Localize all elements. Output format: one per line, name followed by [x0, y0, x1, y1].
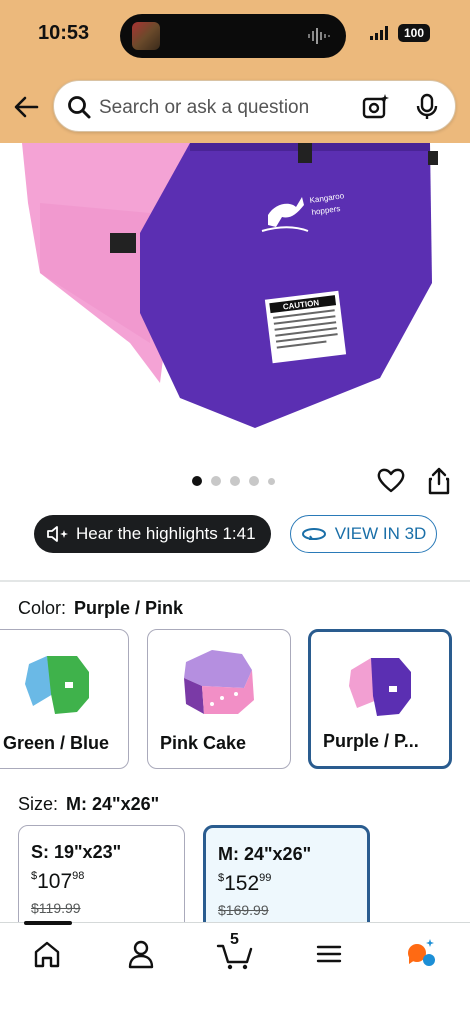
speaker-sparkle-icon: [47, 526, 68, 542]
color-option-label: Pink Cake: [160, 733, 247, 753]
image-carousel-dots[interactable]: [192, 476, 275, 486]
color-option-label: Purple / P...: [323, 731, 419, 751]
search-placeholder: Search or ask a question: [99, 97, 310, 118]
price-whole: 107: [37, 870, 73, 893]
rufus-assistant-icon[interactable]: [403, 937, 443, 971]
price-cents: 98: [72, 870, 85, 882]
size-option-list-price: $119.99: [31, 900, 81, 916]
signal-icon: [370, 26, 388, 40]
view-in-3d-label: VIEW IN 3D: [334, 524, 427, 543]
cart-count-badge: 5: [230, 931, 239, 948]
menu-icon[interactable]: [309, 937, 349, 971]
product-image[interactable]: Kangaroo hoppers CAUTION: [0, 143, 470, 443]
price-whole: 152: [224, 872, 260, 895]
camera-lens-icon[interactable]: [362, 93, 390, 121]
section-divider: [0, 580, 470, 582]
color-option-pink-cake[interactable]: Pink Cake: [147, 629, 291, 769]
size-option-list-price: $169.99: [218, 902, 269, 918]
account-icon[interactable]: [121, 937, 161, 971]
color-option-label: Green / Blue: [3, 733, 110, 753]
color-label: Color:: [18, 598, 67, 618]
carousel-dot[interactable]: [230, 476, 240, 486]
size-option-price: $10798: [31, 870, 84, 894]
carousel-dot[interactable]: [192, 476, 202, 486]
color-option-green-blue[interactable]: Green / Blue: [0, 629, 129, 769]
price-cents: 99: [259, 872, 272, 884]
green-blue-mat-thumbnail: [25, 656, 89, 714]
app-header: 10:53 100 Search or ask a question: [0, 0, 470, 143]
carousel-dot[interactable]: [268, 477, 275, 485]
size-selected-value: M: 24"x26": [66, 794, 160, 814]
color-selection-row: Color: Purple / Pink: [18, 598, 183, 619]
rotate-3d-icon: [301, 528, 326, 540]
status-indicators: 100: [370, 24, 430, 42]
size-option-price: $15299: [218, 872, 271, 896]
home-icon[interactable]: [27, 937, 67, 971]
carousel-dot[interactable]: [211, 476, 221, 486]
hear-highlights-label: Hear the highlights 1:41: [76, 524, 256, 543]
color-selected-value: Purple / Pink: [74, 598, 184, 618]
back-arrow-icon[interactable]: [12, 92, 42, 122]
size-option-label: M: 24"x26": [218, 844, 312, 864]
dynamic-island: [120, 14, 346, 58]
heart-icon[interactable]: [376, 466, 406, 494]
status-time: 10:53: [38, 22, 90, 44]
hear-highlights-button[interactable]: Hear the highlights 1:41: [34, 515, 271, 553]
audio-wave-icon: [308, 28, 330, 44]
microphone-icon[interactable]: [416, 93, 438, 121]
pink-cake-mat-thumbnail: [184, 650, 254, 714]
search-icon: [68, 96, 91, 119]
size-selection-row: Size: M: 24"x26": [18, 794, 159, 815]
purple-pink-mat-thumbnail: [349, 658, 411, 716]
size-option-label: S: 19"x23": [31, 842, 122, 862]
now-playing-thumbnail: [132, 22, 160, 50]
view-in-3d-button[interactable]: VIEW IN 3D: [290, 515, 437, 553]
carousel-dot[interactable]: [249, 476, 259, 486]
battery-icon: 100: [398, 24, 430, 42]
active-tab-indicator: [24, 921, 72, 925]
color-option-purple-pink[interactable]: Purple / P...: [308, 629, 452, 769]
share-icon[interactable]: [426, 466, 452, 496]
search-bar[interactable]: Search or ask a question: [53, 80, 456, 132]
size-label: Size:: [18, 794, 59, 814]
